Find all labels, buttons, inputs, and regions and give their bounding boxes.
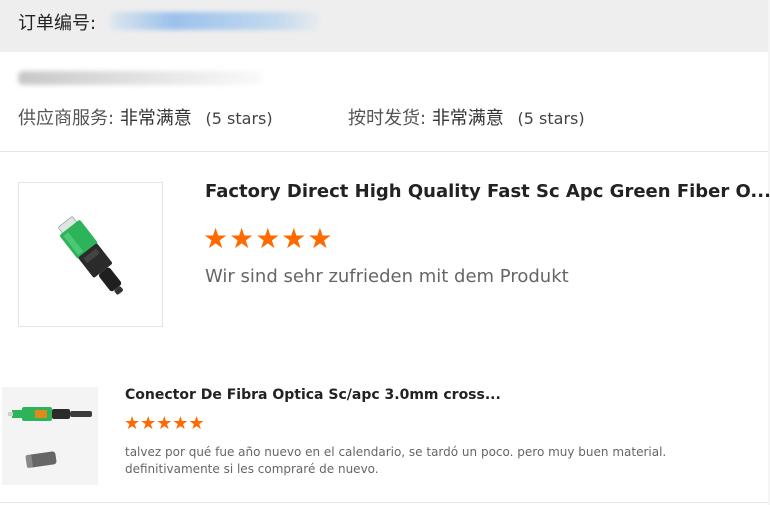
rating-label: 供应商服务: — [18, 108, 115, 129]
supplier-service-rating: 供应商服务: 非常满意 (5 stars) — [18, 104, 273, 130]
review-product-title[interactable]: Conector De Fibra Optica Sc/apc 3.0mm cr… — [125, 387, 501, 403]
review-text: Wir sind sehr zufrieden mit dem Produkt — [205, 266, 569, 287]
rating-label: 按时发货: — [348, 108, 427, 129]
star-rating: ★★★★★ — [124, 413, 205, 434]
rating-stars-text: (5 stars) — [517, 109, 585, 128]
bottom-divider — [0, 502, 768, 503]
review-product-title[interactable]: Factory Direct High Quality Fast Sc Apc … — [205, 181, 770, 202]
product-image[interactable] — [2, 387, 98, 485]
order-number-label: 订单编号: — [18, 13, 97, 34]
sc-apc-connector-with-cap-icon — [2, 387, 98, 485]
product-image[interactable] — [18, 182, 163, 327]
order-number-redacted — [110, 12, 320, 30]
rating-value: 非常满意 — [119, 108, 192, 129]
buyer-name-redacted — [18, 71, 263, 85]
on-time-shipping-rating: 按时发货: 非常满意 (5 stars) — [348, 104, 585, 130]
star-rating: ★★★★★ — [203, 222, 334, 255]
rating-stars-text: (5 stars) — [205, 109, 273, 128]
rating-value: 非常满意 — [431, 108, 504, 129]
section-divider — [0, 151, 768, 152]
review-text: talvez por qué fue año nuevo en el calen… — [125, 445, 667, 476]
order-header: 订单编号: — [0, 0, 768, 52]
green-sc-apc-fast-connector-icon — [58, 216, 123, 295]
